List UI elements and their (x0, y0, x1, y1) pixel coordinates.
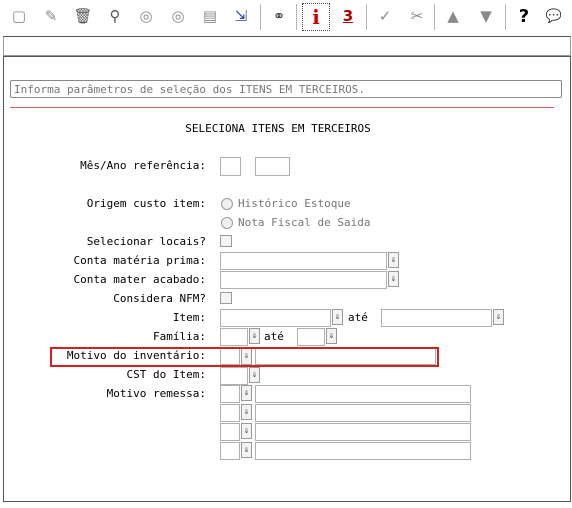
motivo-remessa-dropdown-icon-3[interactable]: ⇓ (241, 423, 252, 439)
radio-historico-estoque[interactable] (221, 198, 233, 210)
item-to-field[interactable] (381, 309, 492, 327)
familia-from-dropdown-icon[interactable]: ⇓ (249, 328, 260, 344)
mes-ano-label: Mês/Ano referência: (80, 159, 206, 172)
move-down-icon[interactable]: ▼ (475, 5, 497, 27)
new-record-icon[interactable]: ▢ (8, 5, 30, 27)
binoculars-icon[interactable]: ⚭ (268, 5, 290, 27)
familia-to-dropdown-icon[interactable]: ⇓ (326, 328, 337, 344)
conta-materia-field[interactable] (220, 252, 387, 270)
hint-bar: Informa parâmetros de seleção dos ITENS … (10, 80, 562, 98)
top-strip (3, 36, 571, 56)
delete-icon[interactable]: 🗑 (72, 5, 94, 27)
toolbar-separator (260, 4, 261, 30)
motivo-remessa-description-field-2[interactable] (255, 404, 471, 422)
cst-field[interactable] (220, 367, 248, 385)
year-field[interactable] (255, 157, 290, 176)
motivo-remessa-code-field-3[interactable] (220, 423, 240, 441)
print-icon[interactable]: ▤ (199, 5, 221, 27)
radio-nota-fiscal-label: Nota Fiscal de Saida (238, 216, 371, 229)
chat-icon[interactable]: 💬 (543, 5, 565, 27)
motivo-remessa-dropdown-icon-4[interactable]: ⇓ (241, 442, 252, 458)
radio-nota-fiscal-saida[interactable] (221, 217, 233, 229)
motivo-remessa-description-field-3[interactable] (255, 423, 471, 441)
motivo-remessa-code-field-1[interactable] (220, 385, 240, 403)
familia-to-field[interactable] (297, 328, 325, 346)
motivo-remessa-label: Motivo remessa: (106, 387, 206, 400)
motivo-remessa-code-field-4[interactable] (220, 442, 240, 460)
toolbar: ▢ ✎ 🗑 ⚲ ◎ ◎ ▤ ⇲ ⚭ i 3 ✓ ✂ ▲ ▼ ? 💬 (0, 0, 572, 34)
item-ate-label: até (348, 311, 368, 324)
item-from-dropdown-icon[interactable]: ⇓ (332, 309, 343, 325)
conta-mater-label: Conta mater acabado: (73, 273, 206, 286)
search-icon[interactable]: ⚲ (104, 5, 126, 27)
highlight-box (50, 347, 439, 367)
familia-from-field[interactable] (220, 328, 248, 346)
move-up-icon[interactable]: ▲ (442, 5, 464, 27)
conta-materia-label: Conta matéria prima: (73, 254, 206, 267)
selecionar-locais-label: Selecionar locais? (86, 235, 206, 248)
item-label: Item: (172, 311, 206, 324)
radio-historico-label: Histórico Estoque (238, 197, 351, 210)
info-icon[interactable]: i (302, 3, 330, 31)
form-title: SELECIONA ITENS EM TERCEIROS (185, 122, 371, 135)
month-field[interactable] (220, 157, 241, 176)
divider (10, 107, 554, 108)
conta-mater-dropdown-icon[interactable]: ⇓ (388, 271, 399, 287)
item-from-field[interactable] (220, 309, 331, 327)
toolbar-separator (434, 4, 435, 30)
familia-ate-label: até (264, 330, 284, 343)
cst-dropdown-icon[interactable]: ⇓ (249, 367, 260, 383)
conta-mater-field[interactable] (220, 271, 387, 289)
edit-icon[interactable]: ✎ (40, 5, 62, 27)
number-icon[interactable]: 3 (337, 5, 359, 27)
previous-icon[interactable]: ◎ (135, 5, 157, 27)
cancel-icon[interactable]: ✂ (406, 5, 428, 27)
conta-materia-dropdown-icon[interactable]: ⇓ (388, 252, 399, 268)
confirm-icon[interactable]: ✓ (374, 5, 396, 27)
selecionar-locais-checkbox[interactable] (220, 235, 232, 247)
considera-nfm-checkbox[interactable] (220, 292, 232, 304)
toolbar-separator (505, 4, 506, 30)
exit-icon[interactable]: ⇲ (230, 5, 252, 27)
motivo-remessa-description-field-4[interactable] (255, 442, 471, 460)
help-icon[interactable]: ? (513, 5, 535, 27)
origem-label: Origem custo item: (86, 197, 206, 210)
motivo-remessa-code-field-2[interactable] (220, 404, 240, 422)
toolbar-separator (366, 4, 367, 30)
toolbar-separator (296, 4, 297, 30)
motivo-remessa-description-field-1[interactable] (255, 385, 471, 403)
familia-label: Família: (153, 330, 206, 343)
next-icon[interactable]: ◎ (167, 5, 189, 27)
cst-label: CST do Item: (126, 368, 206, 381)
motivo-remessa-dropdown-icon-1[interactable]: ⇓ (241, 385, 252, 401)
item-to-dropdown-icon[interactable]: ⇓ (493, 309, 504, 325)
considera-nfm-label: Considera NFM? (113, 292, 206, 305)
motivo-remessa-dropdown-icon-2[interactable]: ⇓ (241, 404, 252, 420)
